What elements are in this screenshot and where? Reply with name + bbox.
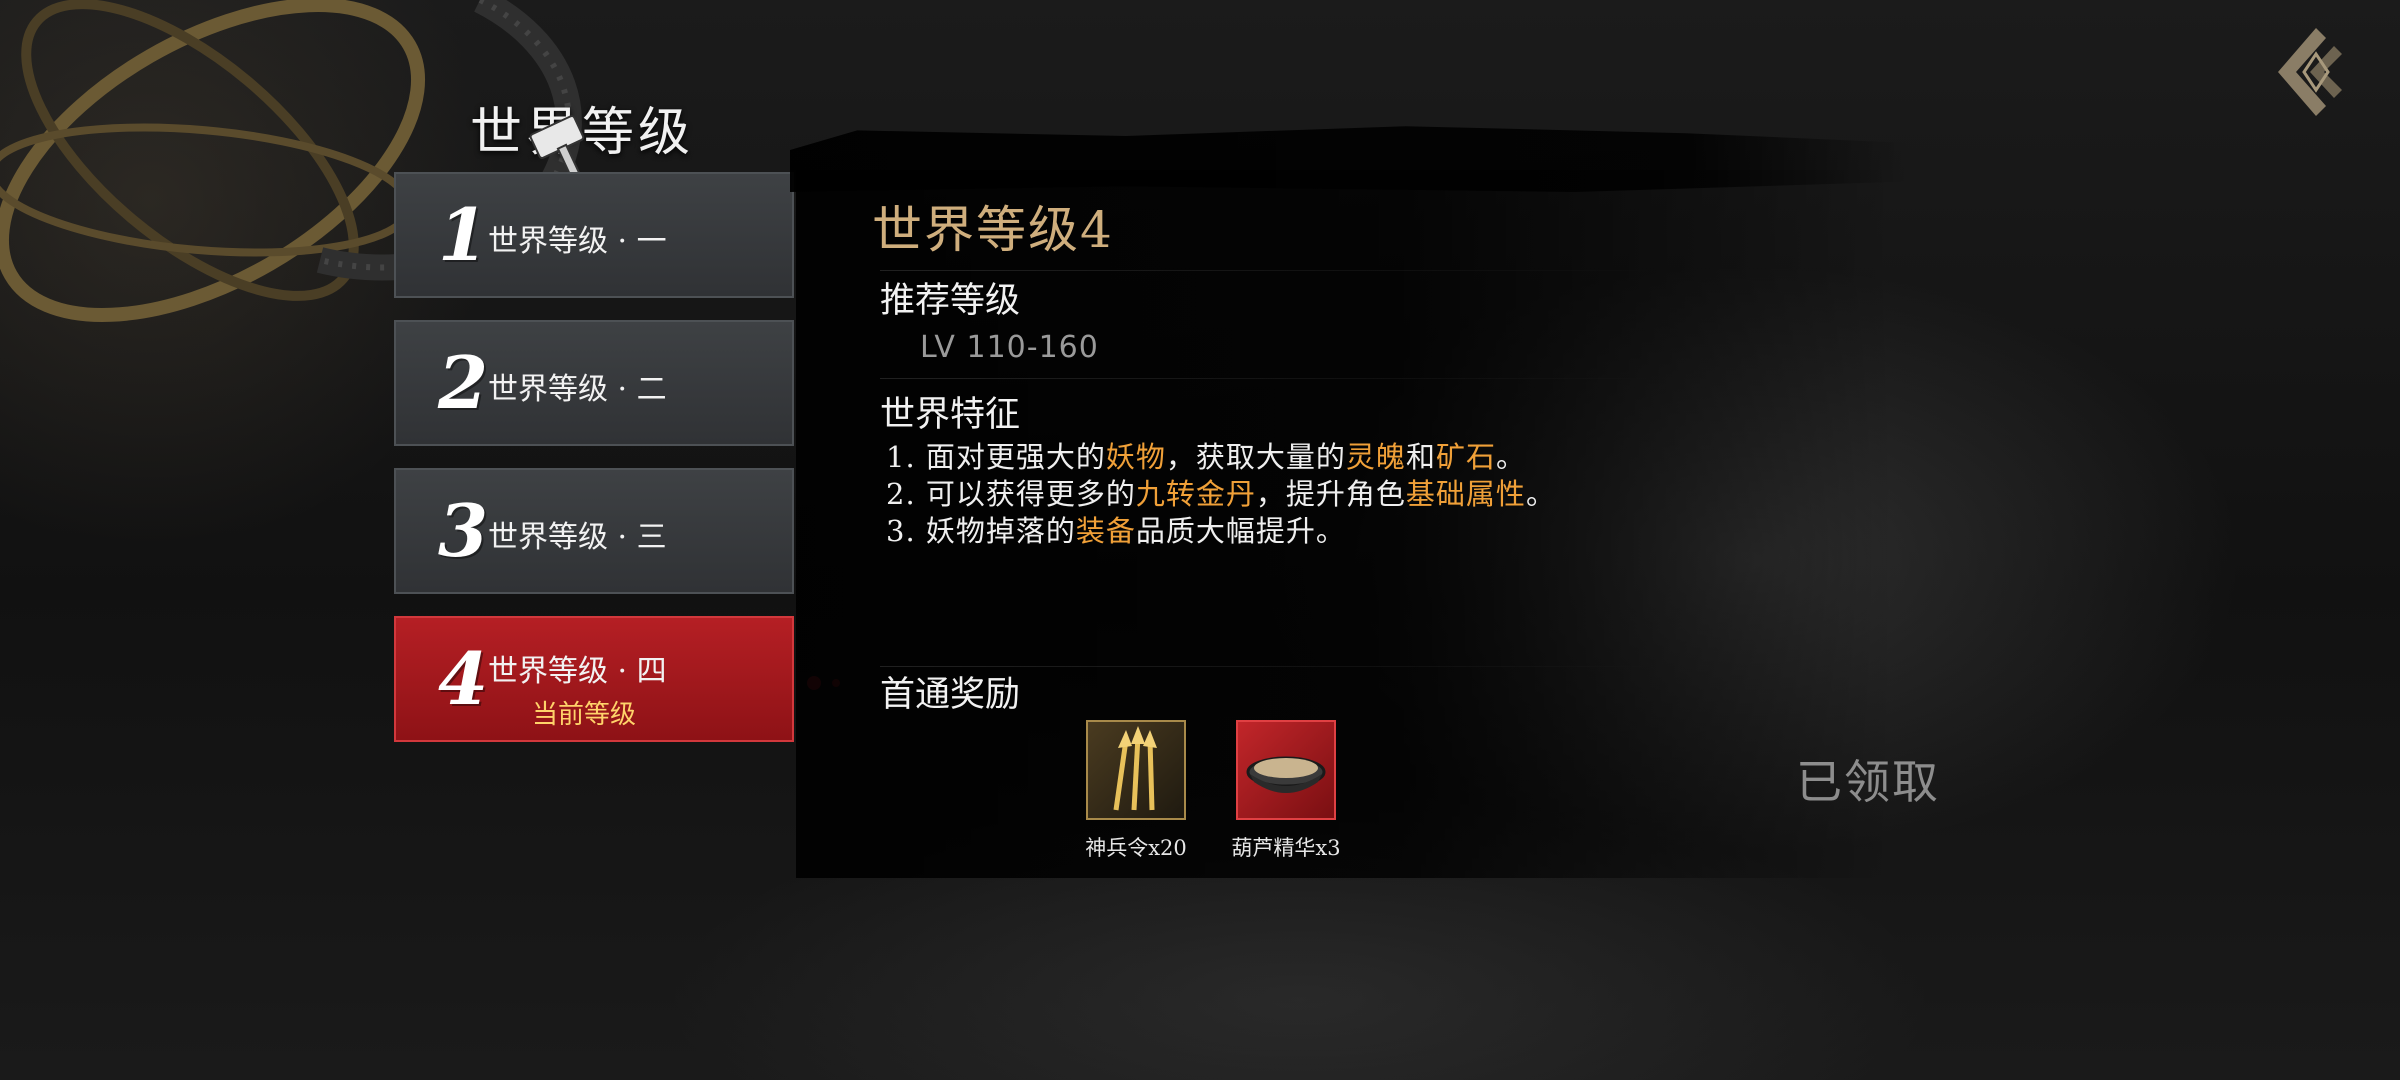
current-level-badge: 当前等级 [532,700,637,730]
level-name: 世界等级 · 四 [488,654,667,689]
first-clear-rewards-label: 首通奖励 [880,675,1021,715]
recommend-level-label: 推荐等级 [880,281,1021,321]
divine-arrows-icon [1113,726,1157,811]
feature-line-1: 1. 面对更强大的妖物，获取大量的灵魄和矿石。 [886,440,1526,474]
divider [880,270,1660,271]
features-label: 世界特征 [880,395,1021,435]
level-name: 世界等级 · 三 [488,520,667,555]
claim-status: 已领取 [1796,755,1940,809]
gourd-essence-bowl-icon [1246,756,1326,793]
level-tab-2[interactable]: 2 世界等级 · 二 [394,320,794,446]
reward-label: 葫芦精华x3 [1231,836,1341,860]
level-tab-3[interactable]: 3 世界等级 · 三 [394,468,794,594]
level-name: 世界等级 · 一 [488,224,667,259]
divider [880,378,1660,379]
level-number: 1 [438,192,489,277]
level-tab-4[interactable]: 4 世界等级 · 四 当前等级 [394,616,794,742]
level-number: 4 [438,636,489,721]
level-number: 3 [438,488,489,573]
level-name: 世界等级 · 二 [488,372,667,407]
level-tab-1[interactable]: 1 世界等级 · 一 [394,172,794,298]
level-tab-list: 1 世界等级 · 一 2 世界等级 · 二 3 世界等级 · 三 4 世界等级 … [394,172,794,764]
detail-title: 世界等级4 [872,201,1114,259]
level-number: 2 [438,340,489,425]
reward-item-gourd-essence[interactable] [1236,720,1336,820]
recommend-level-value: LV 110-160 [920,330,1099,365]
reward-item-divine-token[interactable] [1086,720,1186,820]
feature-line-2: 2. 可以获得更多的九转金丹，提升角色基础属性。 [886,477,1556,511]
back-button[interactable] [2272,24,2352,120]
feature-line-3: 3. 妖物掉落的装备品质大幅提升。 [886,514,1346,548]
reward-label: 神兵令x20 [1085,836,1187,860]
